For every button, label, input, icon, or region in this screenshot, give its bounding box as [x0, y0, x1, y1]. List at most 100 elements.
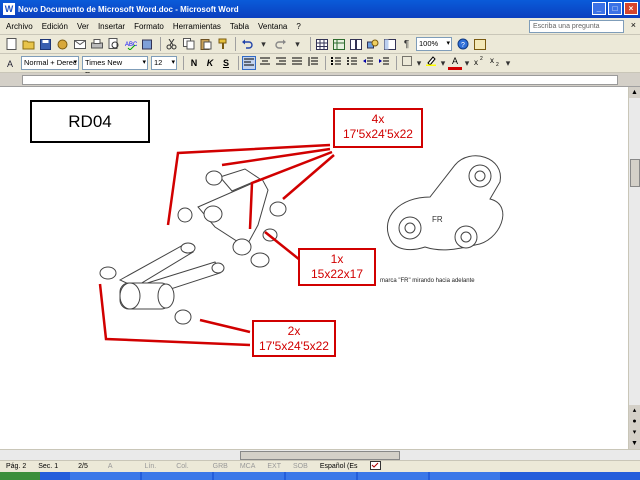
vertical-scroll-thumb[interactable]	[630, 159, 640, 187]
status-page: Pág. 2	[6, 463, 27, 470]
bold-button[interactable]: N	[187, 56, 201, 70]
bushing-left	[99, 266, 117, 280]
format-painter-icon[interactable]	[215, 37, 230, 52]
menu-help[interactable]: ?	[296, 22, 300, 31]
callout-mid-qty: 1x	[330, 252, 344, 266]
horizontal-scroll-thumb[interactable]	[240, 451, 400, 460]
vertical-scrollbar[interactable]: ▲ ▴ ● ▾ ▼	[628, 87, 640, 449]
status-overtype[interactable]: SOB	[293, 463, 308, 470]
status-language[interactable]: Español (Es	[320, 463, 358, 470]
formatting-toolbar: A Normal + Derec Times New Roman 12 N K …	[0, 54, 640, 79]
research-icon[interactable]	[140, 37, 155, 52]
new-document-icon[interactable]	[4, 37, 19, 52]
status-extend[interactable]: EXT	[267, 463, 281, 470]
underline-button[interactable]: S	[219, 56, 233, 70]
spelling-status-icon[interactable]	[369, 461, 382, 472]
spelling-icon[interactable]: ABC	[123, 37, 138, 52]
menu-bar: Archivo Edición Ver Insertar Formato Her…	[0, 18, 640, 35]
open-folder-icon[interactable]	[21, 37, 36, 52]
font-color-dropdown-icon[interactable]: ▾	[464, 56, 470, 71]
toolbar-options-icon[interactable]: ▾	[504, 56, 512, 71]
undo-icon[interactable]	[239, 37, 254, 52]
taskbar-item[interactable]	[430, 472, 500, 480]
menu-ver[interactable]: Ver	[77, 22, 89, 31]
toolbar-separator	[310, 37, 311, 51]
document-canvas[interactable]: RD04 FR 4x 17'5x24'5x22 1x 15x22x17 2x 1…	[0, 87, 628, 449]
redo-dropdown-icon[interactable]: ▾	[290, 37, 305, 52]
insert-excel-icon[interactable]	[331, 37, 346, 52]
align-left-icon[interactable]	[242, 56, 256, 70]
show-formatting-icon[interactable]: ¶	[399, 37, 414, 52]
scroll-down-icon[interactable]: ▼	[629, 438, 640, 449]
font-size-select[interactable]: 12	[151, 56, 177, 70]
menu-edicion[interactable]: Edición	[42, 22, 68, 31]
zoom-select[interactable]: 100%	[416, 37, 452, 51]
browse-object-icon[interactable]: ●	[629, 416, 640, 427]
menu-archivo[interactable]: Archivo	[6, 22, 33, 31]
numbering-icon[interactable]	[329, 56, 343, 70]
taskbar-item[interactable]	[286, 472, 356, 480]
align-center-icon[interactable]	[258, 56, 272, 70]
document-map-icon[interactable]	[382, 37, 397, 52]
bushing-top-left	[205, 170, 223, 186]
menu-ventana[interactable]: Ventana	[258, 22, 287, 31]
read-mode-icon[interactable]	[472, 37, 487, 52]
minimize-button[interactable]: _	[592, 2, 606, 15]
email-icon[interactable]	[72, 37, 87, 52]
word-app-icon[interactable]: W	[3, 3, 15, 15]
insert-table-icon[interactable]	[314, 37, 329, 52]
borders-icon[interactable]	[400, 56, 414, 70]
ask-question-input[interactable]: Escriba una pregunta	[529, 20, 624, 33]
cut-icon[interactable]	[164, 37, 179, 52]
line-spacing-icon[interactable]	[306, 56, 320, 70]
menu-herramientas[interactable]: Herramientas	[173, 22, 221, 31]
menu-tabla[interactable]: Tabla	[230, 22, 249, 31]
permission-icon[interactable]	[55, 37, 70, 52]
status-pages: 2/5	[78, 463, 88, 470]
status-track-changes[interactable]: MCA	[240, 463, 256, 470]
align-right-icon[interactable]	[274, 56, 288, 70]
horizontal-ruler[interactable]	[0, 73, 640, 87]
italic-button[interactable]: K	[203, 56, 217, 70]
increase-indent-icon[interactable]	[377, 56, 391, 70]
horizontal-scrollbar[interactable]	[0, 449, 640, 460]
styles-pane-icon[interactable]: A	[4, 56, 19, 71]
highlight-icon[interactable]	[424, 56, 438, 70]
help-icon[interactable]: ?	[455, 37, 470, 52]
font-select[interactable]: Times New Roman	[82, 56, 148, 79]
justify-icon[interactable]	[290, 56, 304, 70]
bullets-icon[interactable]	[345, 56, 359, 70]
copy-icon[interactable]	[181, 37, 196, 52]
redo-icon[interactable]	[273, 37, 288, 52]
pointer-top-2	[221, 147, 331, 167]
borders-dropdown-icon[interactable]: ▾	[416, 56, 422, 71]
menu-formato[interactable]: Formato	[134, 22, 164, 31]
font-color-icon[interactable]: A	[448, 56, 462, 70]
taskbar-item[interactable]	[142, 472, 212, 480]
paste-icon[interactable]	[198, 37, 213, 52]
close-document-icon[interactable]: ×	[631, 20, 636, 30]
next-page-icon[interactable]: ▾	[629, 427, 640, 438]
drawing-icon[interactable]	[365, 37, 380, 52]
superscript-icon[interactable]: x2	[472, 56, 486, 70]
subscript-icon[interactable]: x2	[488, 56, 502, 70]
status-record[interactable]: GRB	[213, 463, 228, 470]
scroll-up-icon[interactable]: ▲	[629, 87, 640, 98]
decrease-indent-icon[interactable]	[361, 56, 375, 70]
print-preview-icon[interactable]	[106, 37, 121, 52]
highlight-dropdown-icon[interactable]: ▾	[440, 56, 446, 71]
start-button[interactable]	[0, 472, 40, 480]
print-icon[interactable]	[89, 37, 104, 52]
taskbar-item[interactable]	[214, 472, 284, 480]
undo-dropdown-icon[interactable]: ▾	[256, 37, 271, 52]
taskbar-item[interactable]	[70, 472, 140, 480]
maximize-button[interactable]: □	[608, 2, 622, 15]
previous-page-icon[interactable]: ▴	[629, 405, 640, 416]
close-button[interactable]: ×	[624, 2, 638, 15]
callout-top: 4x 17'5x24'5x22	[333, 108, 423, 148]
save-icon[interactable]	[38, 37, 53, 52]
menu-insertar[interactable]: Insertar	[98, 22, 125, 31]
columns-icon[interactable]	[348, 37, 363, 52]
style-select[interactable]: Normal + Derec	[21, 56, 79, 70]
taskbar-item[interactable]	[358, 472, 428, 480]
